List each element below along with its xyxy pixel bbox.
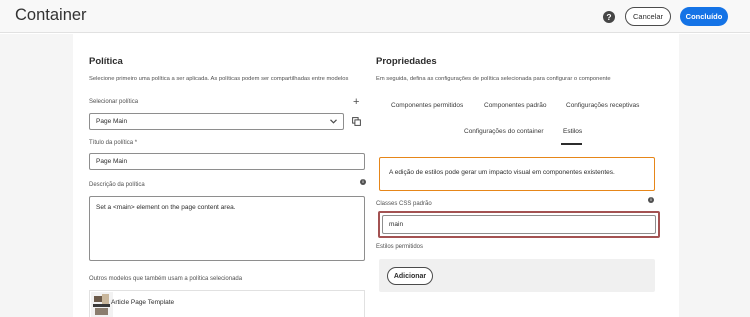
policy-title-input[interactable]: Page Main	[89, 153, 365, 170]
page-title: Container	[15, 6, 87, 24]
css-classes-input[interactable]	[382, 215, 656, 234]
properties-heading: Propriedades	[376, 56, 437, 67]
warning-alert: A edição de estilos pode gerar um impact…	[379, 157, 655, 191]
select-policy-label: Selecionar política	[89, 99, 139, 105]
policy-description-label: Descrição da política	[89, 182, 145, 188]
active-tab-indicator	[561, 143, 582, 145]
template-card[interactable]: Article Page Template	[89, 290, 365, 317]
tab-styles[interactable]: Estilos	[563, 128, 582, 135]
chevron-down-icon	[330, 119, 337, 124]
tab-allowed-components[interactable]: Componentes permitidos	[391, 102, 463, 109]
cancel-button[interactable]: Cancelar	[625, 7, 671, 26]
policy-select-value: Page Main	[96, 118, 128, 125]
top-bar: Container ? Cancelar Concluído	[0, 0, 750, 33]
tab-container-settings[interactable]: Configurações do container	[464, 128, 544, 135]
policy-heading: Política	[89, 56, 123, 67]
info-icon: i	[648, 197, 654, 203]
allowed-styles-label: Estilos permitidos	[376, 244, 424, 250]
tab-responsive-settings[interactable]: Configurações receptivas	[566, 102, 639, 109]
policy-description-textarea[interactable]: Set a <main> element on the page content…	[89, 196, 365, 261]
css-classes-label: Classes CSS padrão	[376, 201, 432, 207]
policy-select[interactable]: Page Main	[89, 113, 344, 130]
template-thumbnail-image	[91, 292, 113, 317]
info-icon: i	[360, 179, 366, 185]
add-style-button[interactable]: Adicionar	[387, 267, 433, 285]
done-button[interactable]: Concluído	[680, 7, 728, 26]
template-thumbnail	[91, 292, 113, 317]
properties-description: Em seguida, defina as configurações de p…	[376, 76, 611, 82]
add-policy-icon[interactable]: +	[353, 97, 359, 108]
template-name: Article Page Template	[111, 299, 175, 306]
help-icon[interactable]: ?	[603, 11, 615, 23]
policy-title-label: Título da política *	[89, 140, 138, 146]
other-templates-label: Outros modelos que também usam a polític…	[89, 276, 243, 282]
warning-alert-text: A edição de estilos pode gerar um impact…	[389, 169, 615, 176]
tab-default-components[interactable]: Componentes padrão	[484, 102, 547, 109]
copy-policy-icon[interactable]	[352, 117, 361, 126]
policy-description: Selecione primeiro uma política a ser ap…	[89, 76, 349, 82]
